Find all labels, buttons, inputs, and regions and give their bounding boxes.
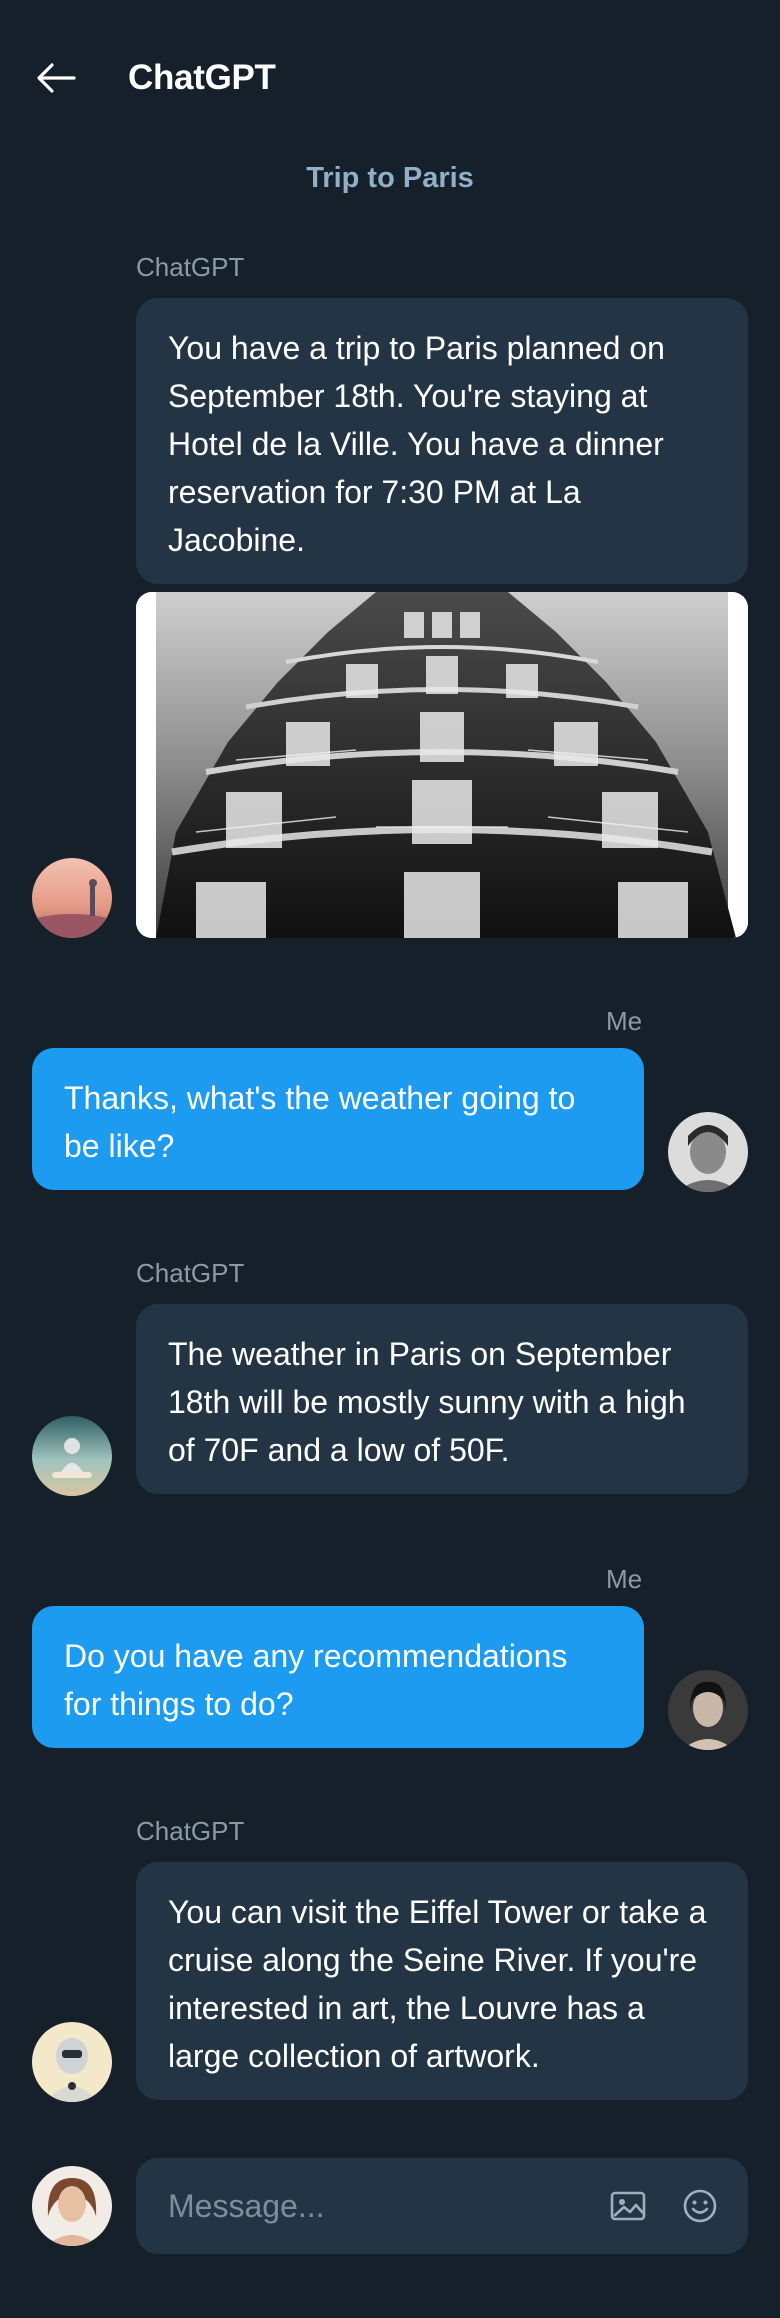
user-avatar — [668, 1112, 748, 1192]
emoji-button[interactable] — [676, 2182, 724, 2230]
image-icon — [610, 2191, 646, 2221]
bot-message-bubble: You have a trip to Paris planned on Sept… — [136, 298, 748, 584]
user-message-bubble: Do you have any recommendations for thin… — [32, 1606, 644, 1748]
user-avatar — [668, 1670, 748, 1750]
sender-label: ChatGPT — [136, 1816, 245, 1846]
back-button[interactable] — [28, 56, 84, 100]
attach-image-button[interactable] — [604, 2182, 652, 2230]
conversation-title: Trip to Paris — [306, 162, 474, 194]
bot-message-bubble: The weather in Paris on September 18th w… — [136, 1304, 748, 1494]
chatgpt-avatar — [32, 1416, 112, 1496]
user-message-bubble: Thanks, what's the weather going to be l… — [32, 1048, 644, 1190]
current-user-avatar[interactable] — [32, 2166, 112, 2246]
message-input[interactable] — [136, 2158, 636, 2254]
chatgpt-avatar — [32, 858, 112, 938]
sender-label: Me — [606, 1006, 643, 1036]
bot-message-bubble: You can visit the Eiffel Tower or take a… — [136, 1862, 748, 2100]
app-title: ChatGPT — [128, 58, 276, 97]
sender-label: ChatGPT — [136, 252, 245, 282]
smiley-icon — [683, 2189, 717, 2223]
top-bar: ChatGPT — [0, 0, 780, 160]
arrow-left-icon — [37, 63, 76, 93]
sender-label: Me — [606, 1564, 643, 1594]
sender-label: ChatGPT — [136, 1258, 245, 1288]
hotel-photo[interactable] — [136, 592, 748, 938]
chatgpt-avatar — [32, 2022, 112, 2102]
hotel-building-image — [136, 592, 748, 938]
